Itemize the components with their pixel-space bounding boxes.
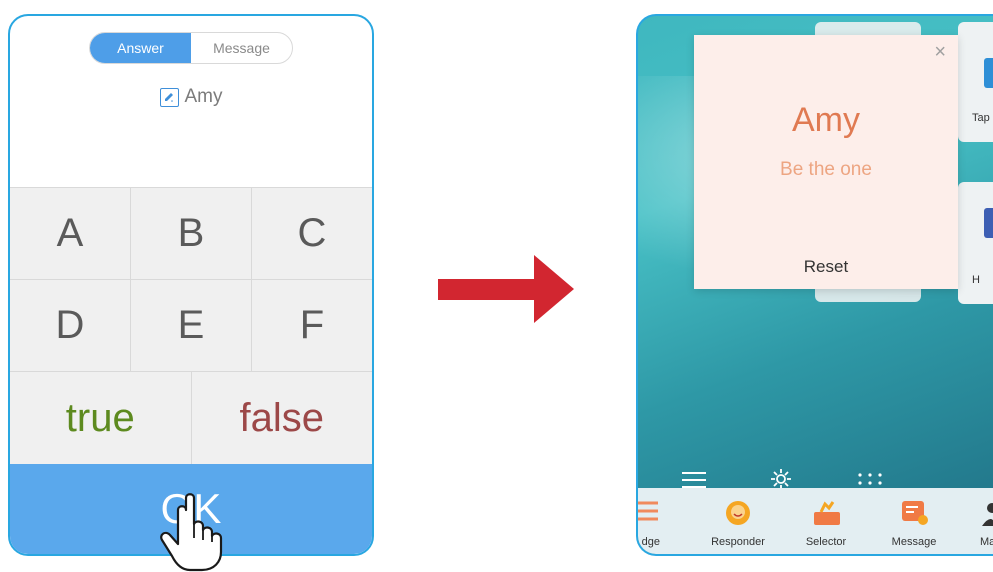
dock-label: Selector <box>805 536 847 548</box>
selected-name: Amy <box>792 101 860 139</box>
popup-subtitle: Be the one <box>780 159 872 180</box>
mode-segmented-control: Answer Message <box>89 32 293 64</box>
key-b[interactable]: B <box>131 188 252 279</box>
menu-icon[interactable] <box>682 472 706 488</box>
answer-keypad: A B C D E F true false <box>10 187 372 465</box>
side-tile[interactable]: H <box>958 182 993 304</box>
dock-item-judge[interactable]: dge <box>638 488 684 554</box>
keypad-row: true false <box>10 372 372 464</box>
list-icon <box>638 501 658 521</box>
tab-answer[interactable]: Answer <box>90 33 191 63</box>
tile-label: H <box>972 274 980 286</box>
close-icon[interactable]: × <box>934 41 946 64</box>
key-false[interactable]: false <box>192 372 373 464</box>
message-icon <box>902 501 928 525</box>
tab-message[interactable]: Message <box>191 33 292 63</box>
person-icon <box>982 503 993 526</box>
tile-icon <box>984 208 993 238</box>
responder-icon <box>726 501 750 525</box>
selector-icon <box>814 501 840 525</box>
dock-label: Message <box>891 536 937 548</box>
keypad-row: A B C <box>10 188 372 280</box>
dock-label: dge <box>641 536 660 548</box>
reset-button[interactable]: Reset <box>694 257 958 277</box>
gear-icon[interactable] <box>770 468 792 490</box>
tile-icon <box>984 58 993 88</box>
dock-item-selector[interactable]: Selector <box>781 488 871 554</box>
key-true[interactable]: true <box>10 372 192 464</box>
dock-item-ma[interactable]: Ma <box>956 488 993 554</box>
dock-item-responder[interactable]: Responder <box>693 488 783 554</box>
app-dock: dge Responder Selector Message M <box>638 488 993 554</box>
answer-device-frame: Answer Message Amy A B C D E F true fals… <box>8 14 374 556</box>
board-device-frame: Tap H × Amy Be the one Reset dge Respond… <box>636 14 993 556</box>
dock-label: Responder <box>711 536 765 548</box>
dock-label: Ma <box>980 536 993 548</box>
tap-hand-icon <box>160 493 223 572</box>
key-f[interactable]: F <box>252 280 372 371</box>
edit-icon[interactable] <box>159 87 179 107</box>
selector-result-popup: × Amy Be the one Reset <box>694 35 958 289</box>
flow-arrow-icon <box>438 255 574 323</box>
side-tile[interactable]: Tap <box>958 22 993 142</box>
user-name: Amy <box>184 86 223 107</box>
key-c[interactable]: C <box>252 188 372 279</box>
keypad-row: D E F <box>10 280 372 372</box>
key-d[interactable]: D <box>10 280 131 371</box>
dock-item-message[interactable]: Message <box>869 488 959 554</box>
tile-label: Tap <box>972 112 990 124</box>
key-e[interactable]: E <box>131 280 252 371</box>
user-name-row[interactable]: Amy <box>10 84 372 110</box>
more-icon[interactable] <box>856 472 884 486</box>
key-a[interactable]: A <box>10 188 131 279</box>
